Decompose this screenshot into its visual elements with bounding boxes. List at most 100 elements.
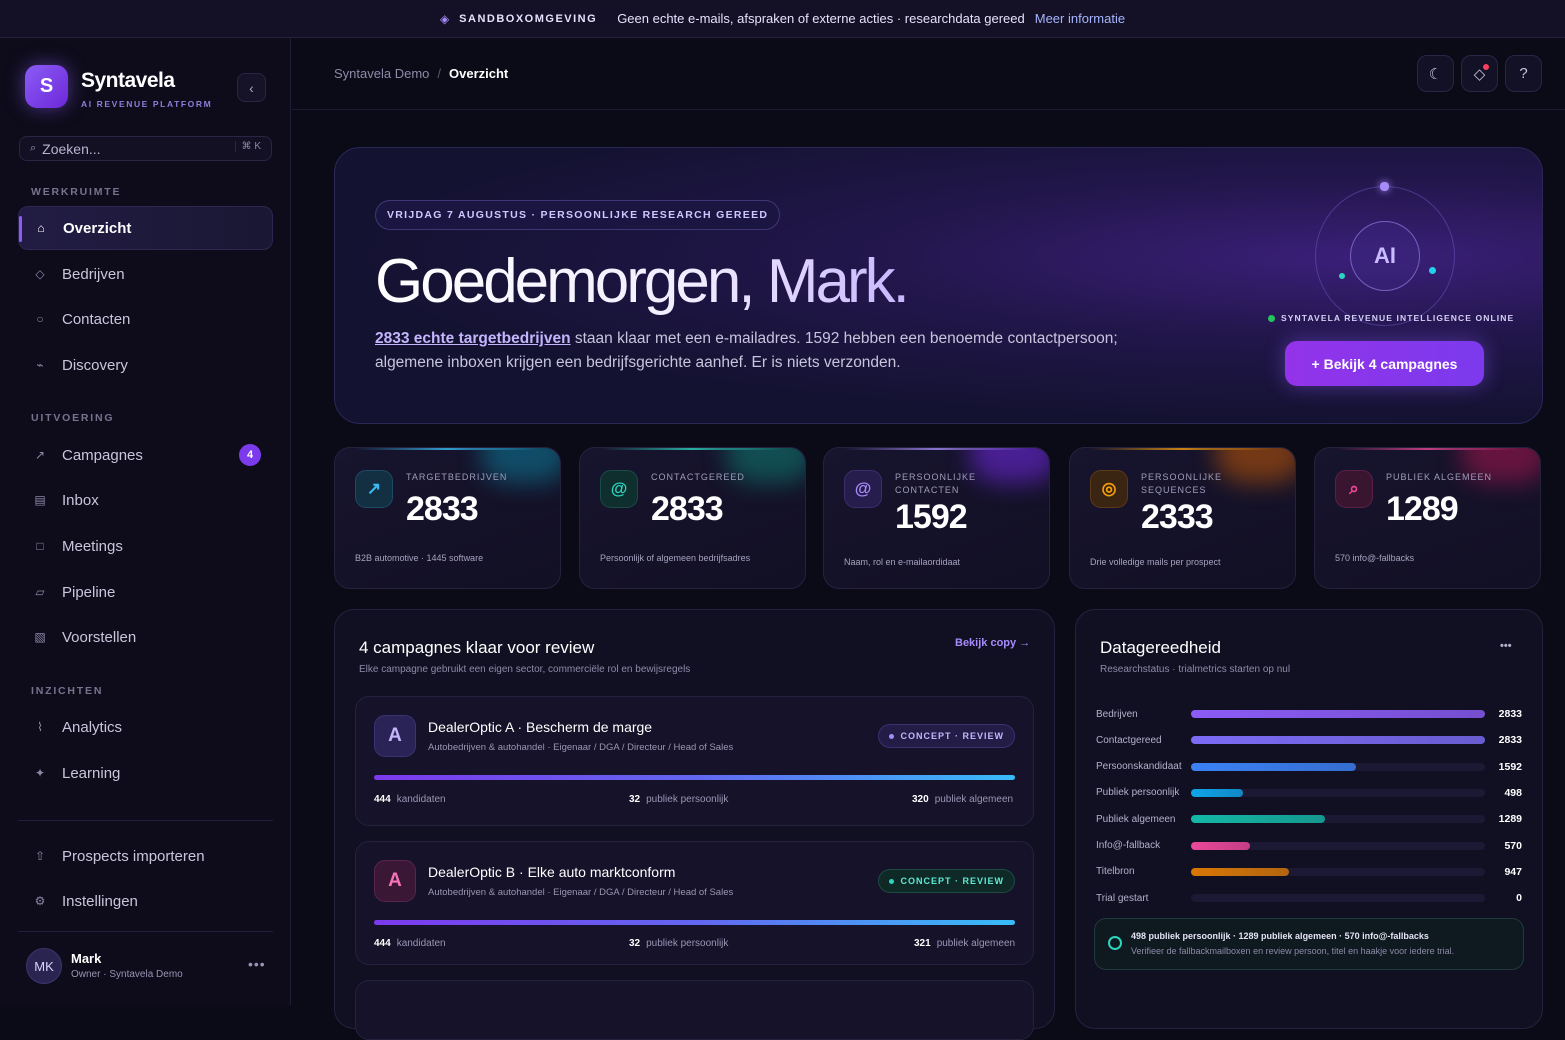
target-companies-link[interactable]: 2833 echte targetbedrijven [375,330,571,347]
sidebar-item-label: Prospects importeren [62,847,205,865]
metric-label: publiek persoonlijk [646,938,729,949]
card-accent [355,448,540,450]
notifications-button[interactable]: ◇ [1461,55,1498,92]
metric-value: 320 [912,794,929,805]
stat-card-public-general[interactable]: ⌕ PUBLIEK ALGEMEEN 1289 570 info@-fallba… [1314,447,1541,589]
sidebar-item-overview[interactable]: ⌂ Overzicht [18,206,273,250]
sparkle-icon: ✦ [34,766,46,780]
card-accent [600,448,785,450]
sidebar-item-learning[interactable]: ✦ Learning [18,751,273,795]
stat-label: PERSOONLIJKE SEQUENCES [1141,472,1223,495]
search-input[interactable]: ⌕ Zoeken... ⌘ K [19,136,272,161]
row-track [1191,736,1485,745]
note-title: 498 publiek persoonlijk · 1289 publiek a… [1131,931,1429,941]
sidebar-item-import-prospects[interactable]: ⇧ Prospects importeren [18,834,273,878]
row-track [1191,815,1485,824]
upload-icon: ⇧ [34,849,46,863]
data-readiness-row: Persoonskandidaat 1592 [1096,757,1522,777]
data-readiness-title: Datagereedheid [1100,638,1221,657]
row-value: 1592 [1498,760,1522,773]
metric-value: 444 [374,794,391,805]
collapse-sidebar-button[interactable]: ‹ [237,73,266,102]
note-text: Verifieer de fallbackmailboxen en review… [1131,946,1455,956]
sidebar-item-contacts[interactable]: ○ Contacten [18,297,273,341]
status-badge-text: CONCEPT · REVIEW [900,731,1004,741]
stat-card-contact-ready[interactable]: @ CONTACTGEREED 2833 Persoonlijk of alge… [579,447,806,589]
at-sign-icon: @ [600,470,638,508]
target-icon: ◎ [1090,470,1128,508]
section-execution: UITVOERING [31,412,115,424]
sandbox-banner: ◈ SANDBOXOMGEVING Geen echte e-mails, af… [0,0,1565,38]
sidebar-item-settings[interactable]: ⚙ Instellingen [18,879,273,923]
stat-value: 2833 [651,490,724,528]
at-sign-icon: @ [844,470,882,508]
row-label: Titelbron [1096,866,1135,878]
sidebar: S Syntavela AI REVENUE PLATFORM ‹ ⌕ Zoek… [0,38,291,1005]
inbox-icon: ▤ [34,493,46,507]
topbar: Syntavela Demo / Overzicht ☾ ◇ ? [292,38,1565,110]
sidebar-item-analytics[interactable]: ⌇ Analytics [18,705,273,749]
diamond-icon: ◈ [439,11,450,26]
stat-card-personal-sequences[interactable]: ◎ PERSOONLIJKE SEQUENCES 2333 Drie volle… [1069,447,1296,589]
sidebar-item-label: Campagnes [62,446,143,464]
sidebar-item-label: Learning [62,764,121,782]
campaign-progress [374,775,1015,780]
sidebar-item-campaigns[interactable]: ↗ Campagnes 4 [18,433,273,477]
hero-summary: 2833 echte targetbedrijven staan klaar m… [375,327,1165,375]
section-insights: INZICHTEN [31,685,104,697]
ai-status: SYNTAVELA REVENUE INTELLIGENCE ONLINE [1268,313,1514,323]
sidebar-item-label: Bedrijven [62,265,125,283]
orbit-dot [1429,267,1436,274]
stat-value: 1289 [1386,490,1459,528]
campaigns-count-badge: 4 [239,444,261,466]
breadcrumb: Syntavela Demo / Overzicht [334,66,508,81]
sidebar-item-inbox[interactable]: ▤ Inbox [18,478,273,522]
stat-card-target-companies[interactable]: ↗ TARGETBEDRIJVEN 2833 B2B automotive · … [334,447,561,589]
row-bar [1191,710,1485,718]
view-copy-link[interactable]: Bekijk copy → [955,637,1030,649]
sidebar-item-pipeline[interactable]: ▱ Pipeline [18,570,273,614]
row-value: 0 [1516,892,1522,905]
circle-icon: ○ [36,312,44,326]
stat-label: CONTACTGEREED [651,472,745,482]
notification-dot [1483,64,1489,70]
avatar: MK [26,948,62,984]
more-options-icon[interactable]: ••• [1500,640,1512,652]
row-value: 570 [1504,839,1522,852]
theme-toggle-button[interactable]: ☾ [1417,55,1454,92]
campaign-title: DealerOptic B · Elke auto marktconform [428,864,676,880]
sidebar-item-discovery[interactable]: ⌁ Discovery [18,343,273,387]
metric-value: 32 [629,794,641,805]
campaign-card[interactable] [355,980,1034,1040]
data-readiness-row: Contactgereed 2833 [1096,730,1522,750]
help-button[interactable]: ? [1505,55,1542,92]
data-readiness-row: Trial gestart 0 [1096,888,1522,908]
row-label: Trial gestart [1096,892,1149,904]
breadcrumb-root[interactable]: Syntavela Demo [334,66,429,81]
metric-label: kandidaten [396,794,446,805]
campaign-avatar: A [374,860,416,902]
row-track [1191,762,1485,771]
metric-label: publiek algemeen [936,938,1016,949]
chevron-left-icon: ‹ [249,79,254,96]
campaign-metric-general: 320 publiek algemeen [912,794,1013,805]
sidebar-item-meetings[interactable]: □ Meetings [18,524,273,568]
trend-up-icon: ↗ [355,470,393,508]
campaign-metric-candidates: 444 kandidaten [374,794,446,805]
diamond-icon: ◇ [35,267,45,281]
greeting-title: Goedemorgen, Mark. [375,247,910,316]
user-menu-more-icon[interactable]: ••• [248,956,266,972]
sidebar-item-label: Overzicht [63,219,132,237]
banner-more-info-link[interactable]: Meer informatie [1035,11,1125,26]
stat-card-personal-contacts[interactable]: @ PERSOONLIJKE CONTACTEN 1592 Naam, rol … [823,447,1050,589]
view-campaigns-button[interactable]: + Bekijk 4 campagnes [1285,341,1484,386]
sidebar-item-companies[interactable]: ◇ Bedrijven [18,252,273,296]
campaign-card[interactable]: A DealerOptic A · Bescherm de marge Auto… [355,696,1034,826]
campaign-subtitle: Autobedrijven & autohandel · Eigenaar / … [428,887,734,898]
data-readiness-subtitle: Researchstatus · trialmetrics starten op… [1100,664,1291,675]
sidebar-item-proposals[interactable]: ▧ Voorstellen [18,615,273,659]
campaign-card[interactable]: A DealerOptic B · Elke auto marktconform… [355,841,1034,965]
stat-label: TARGETBEDRIJVEN [406,472,508,482]
breadcrumb-current: Overzicht [449,66,509,81]
arrow-up-right-icon: ↗ [34,448,46,462]
